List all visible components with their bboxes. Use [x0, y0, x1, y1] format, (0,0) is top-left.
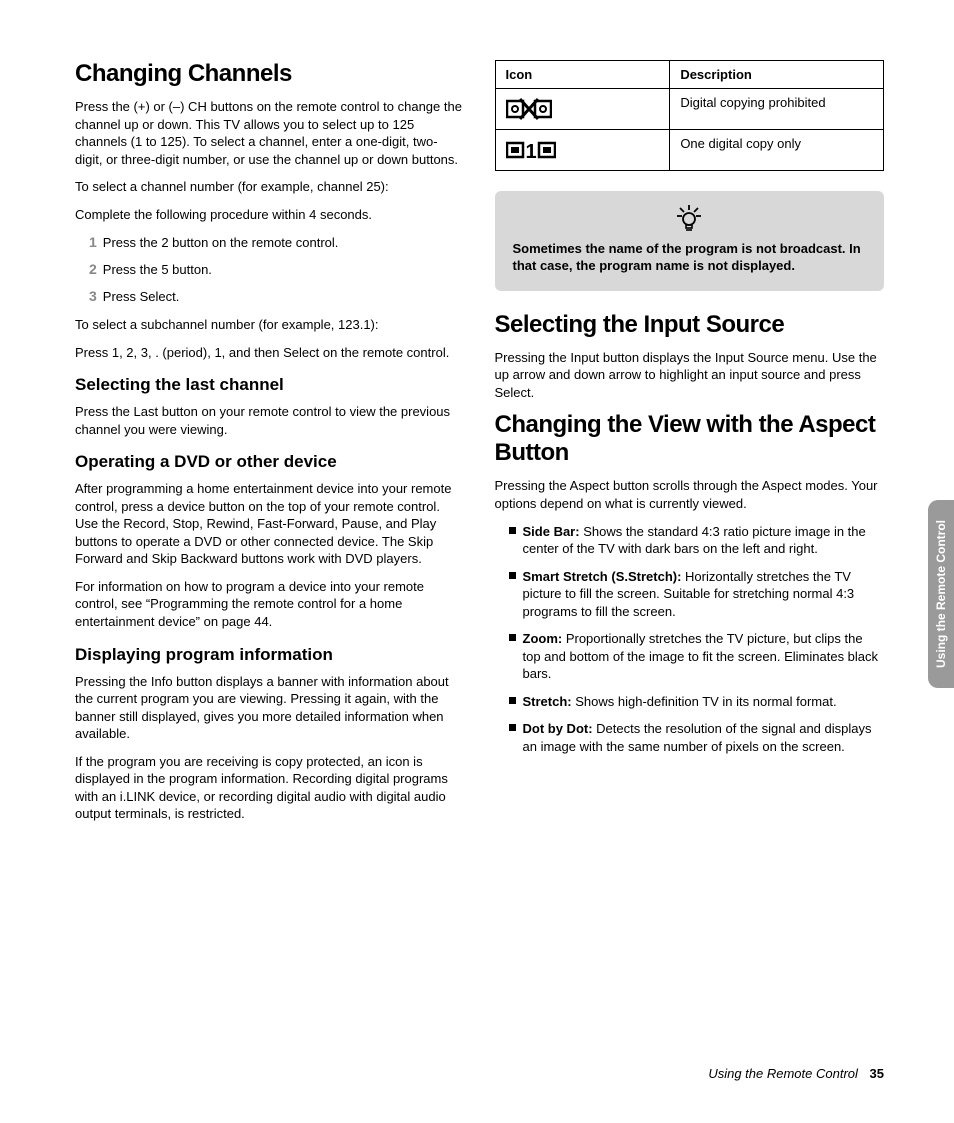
body-text: Complete the following procedure within …: [75, 206, 465, 224]
one-copy-icon: 1: [495, 130, 670, 171]
step-number: 3: [89, 288, 97, 304]
table-header-icon: Icon: [495, 61, 670, 89]
step-list: 1 Press the 2 button on the remote contro…: [75, 233, 465, 306]
body-text: Pressing the Aspect button scrolls throu…: [495, 477, 885, 512]
body-text: Press the (+) or (–) CH buttons on the r…: [75, 98, 465, 168]
section-tab: Using the Remote Control: [928, 500, 954, 688]
step-text: Press Select.: [103, 289, 180, 304]
tip-text: Sometimes the name of the program is not…: [513, 241, 867, 275]
left-column: Changing Channels Press the (+) or (–) C…: [75, 60, 465, 833]
list-item: 2 Press the 5 button.: [89, 260, 465, 279]
table-header-description: Description: [670, 61, 884, 89]
list-item: 3 Press Select.: [89, 287, 465, 306]
heading-dvd-device: Operating a DVD or other device: [75, 452, 465, 472]
body-text: Pressing the Info button displays a bann…: [75, 673, 465, 743]
term: Side Bar:: [523, 524, 580, 539]
term: Dot by Dot:: [523, 721, 593, 736]
body-text: Press the Last button on your remote con…: [75, 403, 465, 438]
term: Zoom:: [523, 631, 563, 646]
definition: Proportionally stretches the TV picture,…: [523, 631, 879, 681]
heading-aspect-button: Changing the View with the Aspect Button: [495, 411, 885, 467]
heading-last-channel: Selecting the last channel: [75, 375, 465, 395]
term: Stretch:: [523, 694, 572, 709]
table-row: Icon Description: [495, 61, 884, 89]
body-text: To select a subchannel number (for examp…: [75, 316, 465, 334]
list-item: Dot by Dot: Detects the resolution of th…: [509, 720, 885, 755]
list-item: Zoom: Proportionally stretches the TV pi…: [509, 630, 885, 683]
step-text: Press the 2 button on the remote control…: [103, 235, 339, 250]
page-number: 35: [870, 1066, 884, 1081]
definition: Shows high-definition TV in its normal f…: [572, 694, 837, 709]
list-item: Smart Stretch (S.Stretch): Horizontally …: [509, 568, 885, 621]
aspect-mode-list: Side Bar: Shows the standard 4:3 ratio p…: [495, 523, 885, 756]
body-text: Press 1, 2, 3, . (period), 1, and then S…: [75, 344, 465, 362]
table-cell: One digital copy only: [670, 130, 884, 171]
footer-title: Using the Remote Control: [708, 1066, 858, 1081]
body-text: After programming a home entertainment d…: [75, 480, 465, 568]
table-row: 1 One digital copy only: [495, 130, 884, 171]
right-column: Icon Description Digital copying prohibi…: [495, 60, 885, 833]
term: Smart Stretch (S.Stretch):: [523, 569, 682, 584]
tip-callout: Sometimes the name of the program is not…: [495, 191, 885, 291]
list-item: Side Bar: Shows the standard 4:3 ratio p…: [509, 523, 885, 558]
heading-changing-channels: Changing Channels: [75, 60, 465, 88]
step-number: 1: [89, 234, 97, 250]
heading-input-source: Selecting the Input Source: [495, 311, 885, 339]
table-cell: Digital copying prohibited: [670, 89, 884, 130]
svg-text:1: 1: [525, 141, 536, 163]
page-content: Changing Channels Press the (+) or (–) C…: [0, 0, 954, 883]
table-row: Digital copying prohibited: [495, 89, 884, 130]
step-text: Press the 5 button.: [103, 262, 212, 277]
lightbulb-icon: [513, 205, 867, 233]
page-footer: Using the Remote Control 35: [708, 1066, 884, 1081]
copy-prohibited-icon: [495, 89, 670, 130]
body-text: For information on how to program a devi…: [75, 578, 465, 631]
step-number: 2: [89, 261, 97, 277]
heading-program-info: Displaying program information: [75, 645, 465, 665]
icon-description-table: Icon Description Digital copying prohibi…: [495, 60, 885, 171]
list-item: Stretch: Shows high-definition TV in its…: [509, 693, 885, 711]
body-text: Pressing the Input button displays the I…: [495, 349, 885, 402]
list-item: 1 Press the 2 button on the remote contro…: [89, 233, 465, 252]
body-text: If the program you are receiving is copy…: [75, 753, 465, 823]
body-text: To select a channel number (for example,…: [75, 178, 465, 196]
